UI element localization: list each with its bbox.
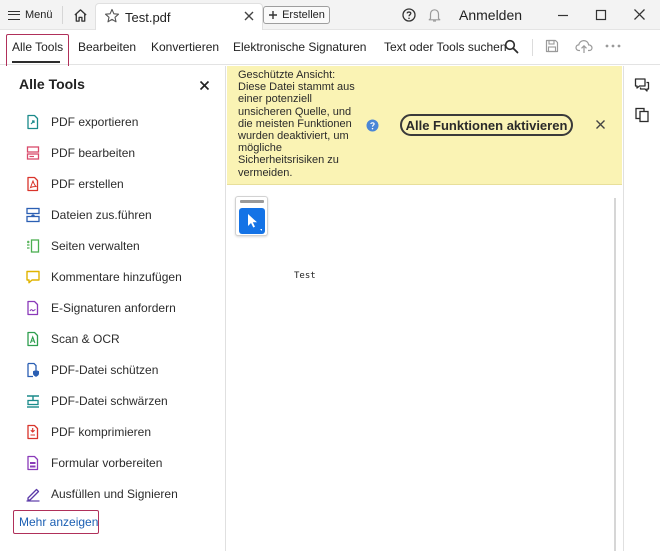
tool-label: Scan & OCR — [51, 332, 120, 346]
comments-panel-icon[interactable] — [634, 77, 650, 93]
active-tab-underline — [12, 61, 60, 63]
sign-in-link[interactable]: Anmelden — [459, 7, 522, 23]
tab-all-tools[interactable]: Alle Tools — [12, 40, 63, 54]
tool-label: Seiten verwalten — [51, 239, 140, 253]
info-icon[interactable] — [366, 119, 379, 132]
select-tool-button[interactable] — [239, 208, 265, 234]
tool-compress-pdf[interactable]: PDF komprimieren — [0, 417, 225, 447]
cloud-upload-icon[interactable] — [575, 38, 593, 54]
fill-sign-icon — [26, 488, 40, 502]
minimize-icon[interactable] — [556, 8, 570, 22]
tool-label: E-Signaturen anfordern — [51, 301, 176, 315]
tool-create-pdf[interactable]: PDF erstellen — [0, 169, 225, 199]
star-icon[interactable] — [104, 8, 120, 24]
window-close-icon[interactable] — [632, 7, 647, 22]
document-text: Test — [294, 271, 316, 281]
page-thumbnails-icon[interactable] — [634, 107, 650, 123]
tool-prepare-form[interactable]: Formular vorbereiten — [0, 448, 225, 478]
request-signature-icon — [27, 300, 39, 316]
all-tools-panel: Alle Tools PDF exportieren PDF bearbeite… — [0, 66, 226, 551]
document-tab[interactable]: Test.pdf — [95, 3, 263, 30]
panel-title: Alle Tools — [19, 76, 85, 92]
comment-icon — [26, 270, 40, 284]
scan-ocr-icon — [27, 331, 39, 347]
tab-title: Test.pdf — [125, 10, 171, 25]
home-button[interactable] — [70, 5, 90, 25]
export-pdf-icon — [27, 114, 39, 130]
protected-view-notice: Geschützte Ansicht: Diese Datei stammt a… — [227, 66, 622, 185]
tool-export-pdf[interactable]: PDF exportieren — [0, 107, 225, 137]
menu-button[interactable]: Menü — [8, 6, 53, 24]
tool-label: Ausfüllen und Signieren — [51, 487, 178, 501]
vertical-scrollbar[interactable] — [614, 198, 616, 551]
tool-label: PDF erstellen — [51, 177, 124, 191]
tab-convert[interactable]: Konvertieren — [151, 40, 219, 54]
create-button[interactable]: Erstellen — [263, 6, 330, 24]
tool-scan-ocr[interactable]: Scan & OCR — [0, 324, 225, 354]
compress-pdf-icon — [27, 424, 39, 440]
tab-edit[interactable]: Bearbeiten — [78, 40, 136, 54]
redact-pdf-icon — [27, 395, 39, 408]
edit-pdf-icon — [26, 146, 40, 160]
tool-label: PDF-Datei schützen — [51, 363, 159, 377]
save-icon[interactable] — [545, 39, 559, 53]
tool-fill-and-sign[interactable]: Ausfüllen und Signieren — [0, 479, 225, 509]
bell-icon[interactable] — [427, 7, 442, 23]
tool-label: Dateien zus.führen — [51, 208, 152, 222]
enable-all-features-button[interactable]: Alle Funktionen aktivieren — [400, 114, 573, 136]
search-tools-button[interactable]: Text oder Tools suchen — [384, 40, 507, 54]
close-tab-icon[interactable] — [242, 9, 256, 23]
tool-add-comments[interactable]: Kommentare hinzufügen — [0, 262, 225, 292]
plus-icon — [269, 11, 278, 19]
tool-label: Kommentare hinzufügen — [51, 270, 182, 284]
notice-text: Geschützte Ansicht: Diese Datei stammt a… — [238, 69, 355, 179]
main-toolbar: Alle Tools Bearbeiten Konvertieren Elekt… — [0, 30, 660, 71]
create-pdf-icon — [27, 176, 39, 192]
tool-request-e-signatures[interactable]: E-Signaturen anfordern — [0, 293, 225, 323]
search-icon[interactable] — [504, 39, 519, 54]
combine-files-icon — [26, 207, 40, 223]
tool-label: PDF exportieren — [51, 115, 139, 129]
tool-redact-pdf[interactable]: PDF-Datei schwärzen — [0, 386, 225, 416]
prepare-form-icon — [27, 455, 39, 471]
title-bar: Menü Test.pdf Erstellen Anmelden — [0, 0, 660, 30]
tool-protect-pdf[interactable]: PDF-Datei schützen — [0, 355, 225, 385]
tool-organize-pages[interactable]: Seiten verwalten — [0, 231, 225, 261]
hamburger-icon — [8, 10, 20, 20]
document-view[interactable]: Test — [227, 186, 622, 551]
cursor-arrow-icon — [248, 214, 262, 231]
tool-label: Formular vorbereiten — [51, 456, 163, 470]
close-notice-icon[interactable] — [595, 119, 606, 130]
tab-e-signatures[interactable]: Elektronische Signaturen — [233, 40, 366, 54]
menu-label: Menü — [25, 9, 53, 21]
quick-tools-card — [235, 196, 268, 236]
divider — [532, 39, 533, 56]
divider — [62, 6, 63, 24]
home-icon — [73, 8, 87, 22]
right-rail — [623, 66, 660, 551]
tool-combine-files[interactable]: Dateien zus.führen — [0, 200, 225, 230]
tool-label: PDF-Datei schwärzen — [51, 394, 168, 408]
create-label: Erstellen — [282, 9, 325, 21]
maximize-icon[interactable] — [594, 8, 608, 22]
tool-label: PDF komprimieren — [51, 425, 152, 439]
tool-label: PDF bearbeiten — [51, 146, 136, 160]
protect-pdf-icon — [27, 362, 39, 378]
organize-pages-icon — [27, 239, 40, 253]
show-more-link[interactable]: Mehr anzeigen — [19, 515, 98, 529]
card-handle — [240, 200, 264, 203]
more-options-icon[interactable] — [604, 40, 622, 52]
close-panel-icon[interactable] — [199, 80, 210, 91]
tool-edit-pdf[interactable]: PDF bearbeiten — [0, 138, 225, 168]
help-icon[interactable] — [402, 8, 416, 22]
